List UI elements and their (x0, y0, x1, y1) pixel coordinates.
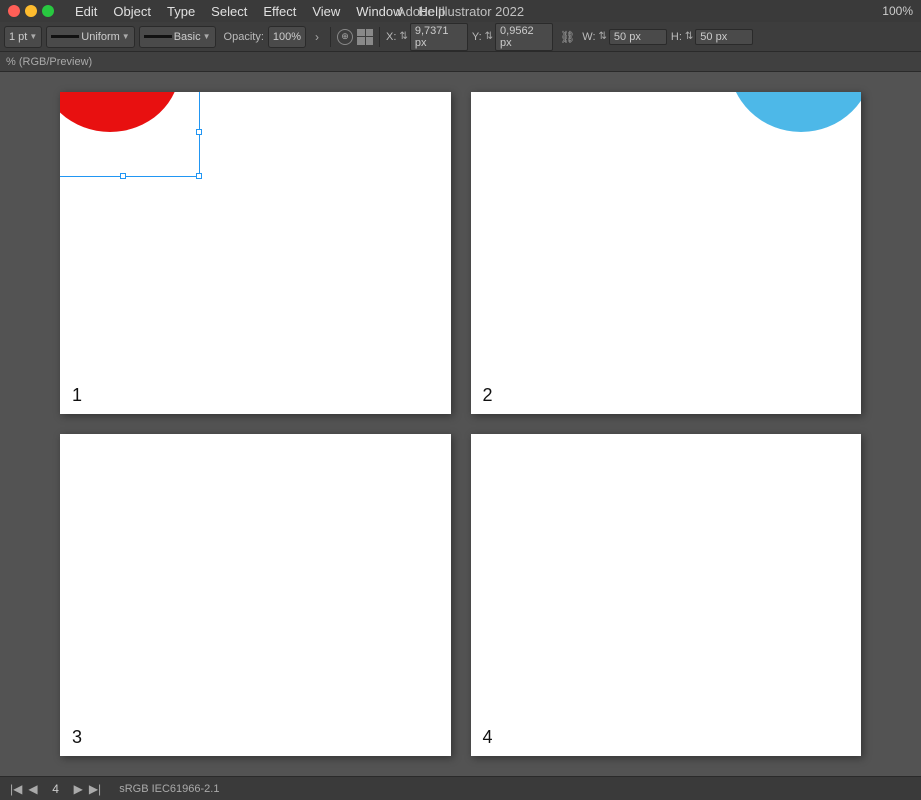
handle-bottom-right[interactable] (196, 173, 202, 179)
menu-help[interactable]: Help (412, 2, 453, 21)
globe-icon[interactable]: ⊕ (337, 29, 353, 45)
canvas-area[interactable]: 1 2 3 4 (0, 72, 921, 776)
menu-bar: Edit Object Type Select Effect View Wind… (68, 2, 452, 21)
artboard-1[interactable]: 1 (60, 92, 451, 414)
minimize-button[interactable] (25, 5, 37, 17)
next-page-button[interactable]: ▶ (72, 782, 85, 796)
y-value[interactable]: 0,9562 px (495, 23, 553, 51)
menu-edit[interactable]: Edit (68, 2, 104, 21)
red-semicircle-shape[interactable] (60, 92, 180, 167)
y-label: Y: (472, 31, 482, 43)
x-increment-icon[interactable]: ⇅ (399, 31, 407, 42)
opacity-label: Opacity: (224, 31, 264, 43)
menu-type[interactable]: Type (160, 2, 202, 21)
link-proportions-icon[interactable]: ⛓ (557, 30, 578, 44)
traffic-lights (8, 5, 54, 17)
w-value[interactable]: 50 px (609, 29, 667, 45)
h-increment-icon[interactable]: ⇅ (685, 31, 693, 42)
artboard-1-number: 1 (72, 385, 82, 406)
toolbar: 1 pt ▼ Uniform ▼ Basic ▼ Opacity: 100% ›… (0, 22, 921, 52)
last-page-button[interactable]: ▶| (87, 782, 103, 796)
stroke-type-label: Uniform (81, 31, 120, 43)
maximize-button[interactable] (42, 5, 54, 17)
w-coordinate-group: W: ⇅ 50 px (582, 29, 667, 45)
menu-window[interactable]: Window (349, 2, 409, 21)
color-profile-label: sRGB IEC61966-2.1 (119, 783, 219, 795)
artboard-4-number: 4 (483, 727, 493, 748)
stroke-weight-value: 1 pt (9, 31, 27, 43)
color-mode-bar: % (RGB/Preview) (0, 52, 921, 72)
battery-level: 100% (882, 4, 913, 18)
handle-bottom-middle[interactable] (120, 173, 126, 179)
page-navigation: |◀ ◀ 4 ▶ ▶| (8, 782, 103, 796)
x-coordinate-group: X: ⇅ 9,7371 px (386, 23, 468, 51)
stroke-style-preview (144, 35, 172, 38)
w-increment-icon[interactable]: ⇅ (599, 31, 607, 42)
opacity-control[interactable]: 100% (268, 26, 306, 48)
color-mode-text: % (RGB/Preview) (6, 56, 92, 68)
artboards-grid: 1 2 3 4 (0, 72, 921, 776)
x-value[interactable]: 9,7371 px (410, 23, 468, 51)
close-button[interactable] (8, 5, 20, 17)
h-label: H: (671, 31, 682, 43)
artboard-3-number: 3 (72, 727, 82, 748)
handle-middle-right[interactable] (196, 129, 202, 135)
menu-select[interactable]: Select (204, 2, 254, 21)
stroke-style-label: Basic (174, 31, 201, 43)
artboard-4[interactable]: 4 (471, 434, 862, 756)
toolbar-separator-2 (379, 27, 380, 47)
current-page-number[interactable]: 4 (42, 782, 70, 796)
artboard-wrapper-1: 1 (60, 92, 451, 414)
stroke-weight-caret: ▼ (29, 32, 37, 41)
w-label: W: (582, 31, 595, 43)
stroke-preview (51, 35, 79, 38)
prev-page-button[interactable]: ◀ (26, 782, 39, 796)
opacity-value: 100% (273, 31, 301, 43)
y-coordinate-group: Y: ⇅ 0,9562 px (472, 23, 553, 51)
menu-effect[interactable]: Effect (256, 2, 303, 21)
stroke-type-caret: ▼ (122, 32, 130, 41)
artboard-2[interactable]: 2 (471, 92, 862, 414)
stroke-style-control[interactable]: Basic ▼ (139, 26, 216, 48)
first-page-button[interactable]: |◀ (8, 782, 24, 796)
h-value[interactable]: 50 px (695, 29, 753, 45)
title-bar-left: Edit Object Type Select Effect View Wind… (8, 2, 452, 21)
y-increment-icon[interactable]: ⇅ (485, 31, 493, 42)
stroke-style-caret: ▼ (203, 32, 211, 41)
artboard-2-number: 2 (483, 385, 493, 406)
blue-semicircle-shape[interactable] (726, 92, 861, 172)
artboard-3[interactable]: 3 (60, 434, 451, 756)
title-bar-right: 100% (882, 4, 913, 18)
grid-icon[interactable] (357, 29, 373, 45)
toolbar-separator-1 (330, 27, 331, 47)
artboard-wrapper-2: 2 (471, 92, 862, 414)
h-coordinate-group: H: ⇅ 50 px (671, 29, 753, 45)
more-options-button[interactable]: › (310, 30, 324, 44)
status-bar: |◀ ◀ 4 ▶ ▶| sRGB IEC61966-2.1 (0, 776, 921, 800)
menu-object[interactable]: Object (106, 2, 158, 21)
menu-view[interactable]: View (305, 2, 347, 21)
stroke-type-control[interactable]: Uniform ▼ (46, 26, 134, 48)
artboard-wrapper-3: 3 (60, 434, 451, 756)
stroke-weight-control[interactable]: 1 pt ▼ (4, 26, 42, 48)
title-bar: Edit Object Type Select Effect View Wind… (0, 0, 921, 22)
x-label: X: (386, 31, 396, 43)
artboard-wrapper-4: 4 (471, 434, 862, 756)
